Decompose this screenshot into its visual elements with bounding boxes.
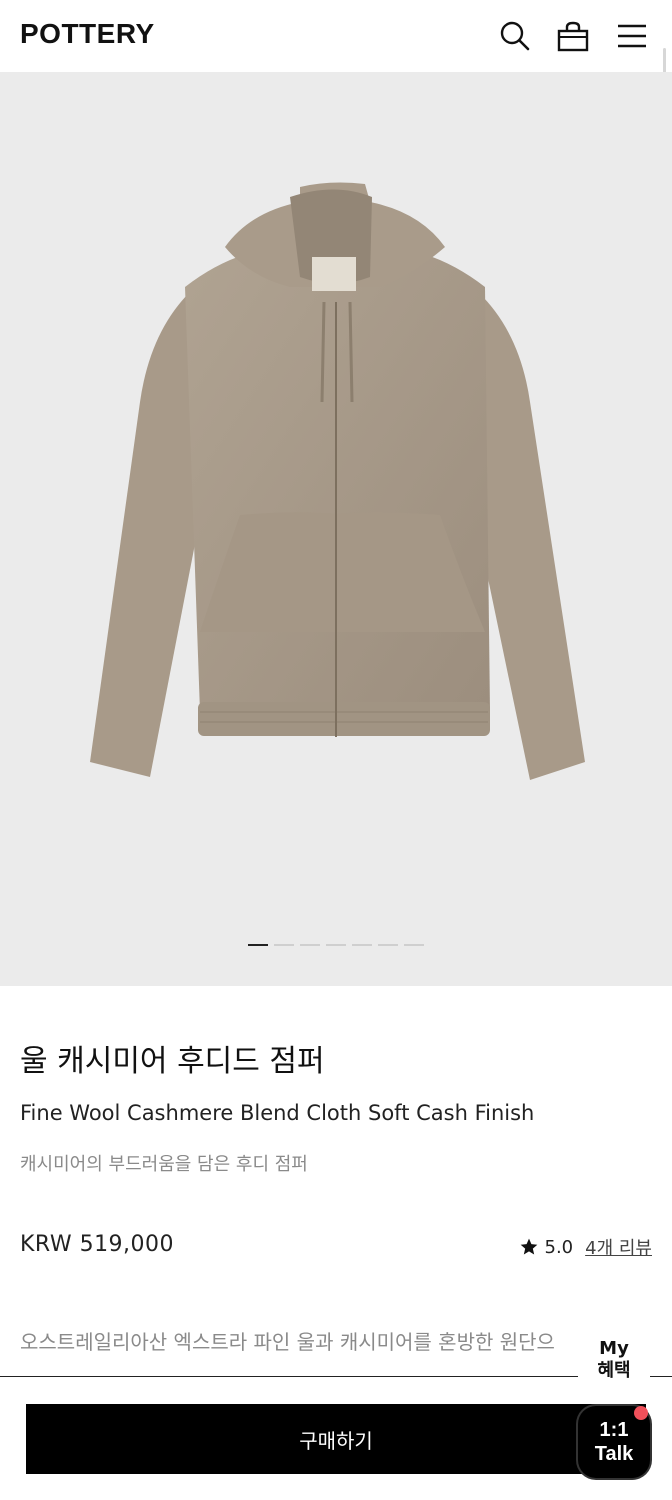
my-benefit-label-line2: 혜택 [597,1360,631,1381]
product-info: 울 캐시미어 후디드 점퍼 [20,1036,652,1080]
product-price: KRW 519,000 [20,1232,175,1257]
product-image [90,182,585,780]
pagination-dot[interactable] [378,944,398,946]
logo[interactable]: POTTERY [20,18,155,50]
search-icon[interactable] [499,20,531,52]
star-icon [519,1237,539,1257]
my-benefit-button[interactable]: My 혜택 [578,1338,650,1396]
product-rating: 5.0 4개 리뷰 [519,1234,652,1260]
notification-dot [634,1406,648,1420]
pagination-dot[interactable] [248,944,268,946]
gallery-pagination [0,944,672,948]
pagination-dot[interactable] [404,944,424,946]
pagination-dot[interactable] [326,944,346,946]
talk-label-line2: Talk [594,1443,634,1465]
menu-icon[interactable] [616,20,648,52]
rating-value: 5.0 [544,1236,574,1258]
pagination-dot[interactable] [352,944,372,946]
talk-label-line1: 1:1 [599,1419,629,1441]
pagination-dot[interactable] [274,944,294,946]
pagination-dot[interactable] [300,944,320,946]
divider [0,1376,672,1377]
product-image-gallery[interactable] [0,72,672,986]
bag-icon[interactable] [557,20,589,52]
header: POTTERY [0,0,672,72]
review-count-link[interactable]: 4개 리뷰 [585,1234,652,1260]
product-description: 오스트레일리아산 엑스트라 파인 울과 캐시미어를 혼방한 원단으 [20,1330,555,1354]
buy-button[interactable]: 구매하기 [26,1404,646,1474]
product-title-korean: 울 캐시미어 후디드 점퍼 [20,1044,325,1079]
my-benefit-label-line1: My [599,1338,629,1359]
product-title-english: Fine Wool Cashmere Blend Cloth Soft Cash… [20,1101,535,1125]
product-subtitle: 캐시미어의 부드러움을 담은 후디 점퍼 [20,1154,308,1175]
